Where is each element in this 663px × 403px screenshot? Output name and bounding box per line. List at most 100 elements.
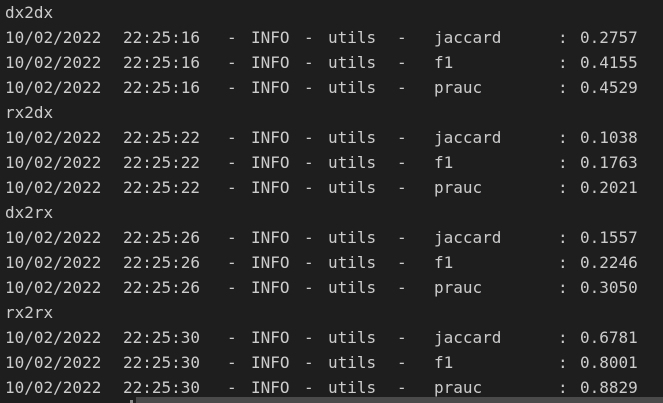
metric-colon: : bbox=[558, 178, 568, 197]
log-level: INFO bbox=[251, 228, 290, 247]
log-line: 10/02/2022 22:25:16- INFO - utils - prauc:0.45… bbox=[5, 75, 663, 100]
log-time: 22:25:26 bbox=[123, 228, 201, 247]
log-module: utils bbox=[328, 178, 377, 197]
log-line: 10/02/2022 22:25:22- INFO - utils - jaccard:0.… bbox=[5, 125, 663, 150]
log-time: 22:25:30 bbox=[123, 328, 201, 347]
log-module: utils bbox=[328, 253, 377, 272]
log-separator: - bbox=[397, 328, 407, 347]
metric-value: 0.2021 bbox=[580, 178, 638, 197]
log-module: utils bbox=[328, 228, 377, 247]
metric-colon: : bbox=[558, 278, 568, 297]
log-separator: - bbox=[304, 128, 314, 147]
section-header-text: dx2rx bbox=[5, 203, 54, 222]
log-time: 22:25:22 bbox=[123, 128, 201, 147]
log-time: 22:25:16 bbox=[123, 78, 201, 97]
section-header: rx2dx bbox=[5, 100, 663, 125]
horizontal-scrollbar[interactable] bbox=[136, 397, 663, 403]
metric-name: jaccard bbox=[434, 228, 502, 247]
log-separator: - bbox=[227, 128, 237, 147]
log-level: INFO bbox=[251, 128, 290, 147]
log-line: 10/02/2022 22:25:22- INFO - utils - f1:0.1763 bbox=[5, 150, 663, 175]
log-separator: - bbox=[304, 253, 314, 272]
log-separator: - bbox=[397, 28, 407, 47]
log-date: 10/02/2022 bbox=[5, 28, 102, 47]
log-module: utils bbox=[328, 153, 377, 172]
terminal-output[interactable]: dx2dx 10/02/2022 22:25:16- INFO - utils - jacca… bbox=[0, 0, 663, 403]
log-level: INFO bbox=[251, 353, 290, 372]
log-separator: - bbox=[304, 78, 314, 97]
metric-value: 0.6781 bbox=[580, 328, 638, 347]
log-date: 10/02/2022 bbox=[5, 278, 102, 297]
metric-colon: : bbox=[558, 253, 568, 272]
log-separator: - bbox=[227, 28, 237, 47]
log-line: 10/02/2022 22:25:16- INFO - utils - jaccard:0.… bbox=[5, 25, 663, 50]
metric-colon: : bbox=[558, 353, 568, 372]
metric-value: 0.1763 bbox=[580, 153, 638, 172]
metric-value: 0.1038 bbox=[580, 128, 638, 147]
section-header: dx2rx bbox=[5, 200, 663, 225]
log-date: 10/02/2022 bbox=[5, 378, 102, 397]
log-separator: - bbox=[227, 278, 237, 297]
log-module: utils bbox=[328, 53, 377, 72]
metric-value: 0.2246 bbox=[580, 253, 638, 272]
metric-colon: : bbox=[558, 328, 568, 347]
section-header: dx2dx bbox=[5, 0, 663, 25]
log-date: 10/02/2022 bbox=[5, 328, 102, 347]
log-output: dx2dx 10/02/2022 22:25:16- INFO - utils - jacca… bbox=[5, 0, 663, 400]
log-module: utils bbox=[328, 128, 377, 147]
log-separator: - bbox=[227, 78, 237, 97]
log-time: 22:25:16 bbox=[123, 28, 201, 47]
log-line: 10/02/2022 22:25:26- INFO - utils - jaccard:0.… bbox=[5, 225, 663, 250]
log-separator: - bbox=[304, 153, 314, 172]
metric-colon: : bbox=[558, 128, 568, 147]
log-date: 10/02/2022 bbox=[5, 78, 102, 97]
log-date: 10/02/2022 bbox=[5, 228, 102, 247]
log-time: 22:25:22 bbox=[123, 178, 201, 197]
metric-name: f1 bbox=[434, 153, 454, 172]
metric-name: jaccard bbox=[434, 328, 502, 347]
log-date: 10/02/2022 bbox=[5, 253, 102, 272]
log-date: 10/02/2022 bbox=[5, 53, 102, 72]
log-separator: - bbox=[397, 78, 407, 97]
log-separator: - bbox=[227, 53, 237, 72]
log-time: 22:25:16 bbox=[123, 53, 201, 72]
log-separator: - bbox=[304, 353, 314, 372]
log-separator: - bbox=[304, 328, 314, 347]
metric-name: f1 bbox=[434, 353, 454, 372]
log-level: INFO bbox=[251, 53, 290, 72]
log-level: INFO bbox=[251, 178, 290, 197]
log-separator: - bbox=[397, 228, 407, 247]
log-separator: - bbox=[397, 353, 407, 372]
log-time: 22:25:22 bbox=[123, 153, 201, 172]
log-module: utils bbox=[328, 78, 377, 97]
metric-value: 0.4529 bbox=[580, 78, 638, 97]
log-level: INFO bbox=[251, 253, 290, 272]
log-date: 10/02/2022 bbox=[5, 153, 102, 172]
metric-name: prauc bbox=[434, 78, 483, 97]
metric-name: f1 bbox=[434, 53, 454, 72]
log-separator: - bbox=[304, 278, 314, 297]
log-separator: - bbox=[397, 128, 407, 147]
log-line: 10/02/2022 22:25:16- INFO - utils - f1:0.4155 bbox=[5, 50, 663, 75]
metric-value: 0.2757 bbox=[580, 28, 638, 47]
metric-value: 0.8001 bbox=[580, 353, 638, 372]
metric-colon: : bbox=[558, 228, 568, 247]
log-time: 22:25:26 bbox=[123, 278, 201, 297]
log-separator: - bbox=[304, 53, 314, 72]
log-separator: - bbox=[397, 53, 407, 72]
log-line: 10/02/2022 22:25:30- INFO - utils - f1:0.8001 bbox=[5, 350, 663, 375]
metric-value: 0.3050 bbox=[580, 278, 638, 297]
log-separator: - bbox=[227, 153, 237, 172]
log-module: utils bbox=[328, 28, 377, 47]
log-separator: - bbox=[397, 253, 407, 272]
metric-value: 0.4155 bbox=[580, 53, 638, 72]
log-module: utils bbox=[328, 328, 377, 347]
metric-name: prauc bbox=[434, 178, 483, 197]
metric-name: jaccard bbox=[434, 28, 502, 47]
log-separator: - bbox=[304, 178, 314, 197]
log-module: utils bbox=[328, 353, 377, 372]
section-header-text: dx2dx bbox=[5, 3, 54, 22]
log-separator: - bbox=[397, 178, 407, 197]
log-level: INFO bbox=[251, 78, 290, 97]
section-header: rx2rx bbox=[5, 300, 663, 325]
